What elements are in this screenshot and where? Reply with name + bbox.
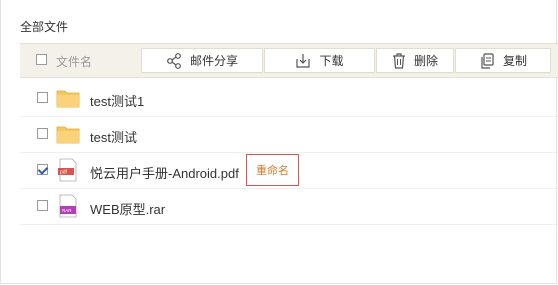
copy-label: 复制 [502,54,527,68]
delete-label: 删除 [413,54,438,68]
copy-button[interactable]: 复制 [455,48,551,73]
delete-button[interactable]: 删除 [376,48,454,73]
row-checkbox[interactable] [37,164,48,175]
select-all-checkbox[interactable] [36,54,47,65]
download-icon [296,53,311,68]
file-row[interactable]: test测试1 [20,80,558,117]
row-checkbox[interactable] [37,200,48,211]
svg-text:pdf: pdf [60,170,68,176]
file-name[interactable]: 悦云用户手册-Android.pdf [90,163,239,182]
pdf-file-icon: pdf [58,158,77,182]
filename-column-label: 文件名 [56,55,93,69]
page-title: 全部文件 [20,20,69,34]
file-row[interactable]: RAR WEB原型.rar [20,188,558,225]
folder-icon [56,126,80,144]
rename-button[interactable]: 重命名 [246,154,299,186]
rar-file-icon: RAR [59,194,77,218]
trash-icon [392,52,405,69]
file-name[interactable]: test测试 [90,127,137,146]
row-checkbox[interactable] [37,128,48,139]
file-toolbar: 文件名 邮件分享 下载 删除 复制 [20,43,558,78]
download-button[interactable]: 下载 [264,48,375,73]
copy-icon [481,52,494,69]
file-row[interactable]: test测试 [20,116,558,153]
email-share-label: 邮件分享 [189,54,238,68]
svg-text:RAR: RAR [62,208,72,213]
download-label: 下载 [319,54,344,68]
folder-icon [56,90,80,108]
file-name[interactable]: WEB原型.rar [90,199,165,218]
file-name[interactable]: test测试1 [90,91,144,110]
row-checkbox[interactable] [37,92,48,103]
share-icon [167,52,181,69]
email-share-button[interactable]: 邮件分享 [141,48,263,73]
